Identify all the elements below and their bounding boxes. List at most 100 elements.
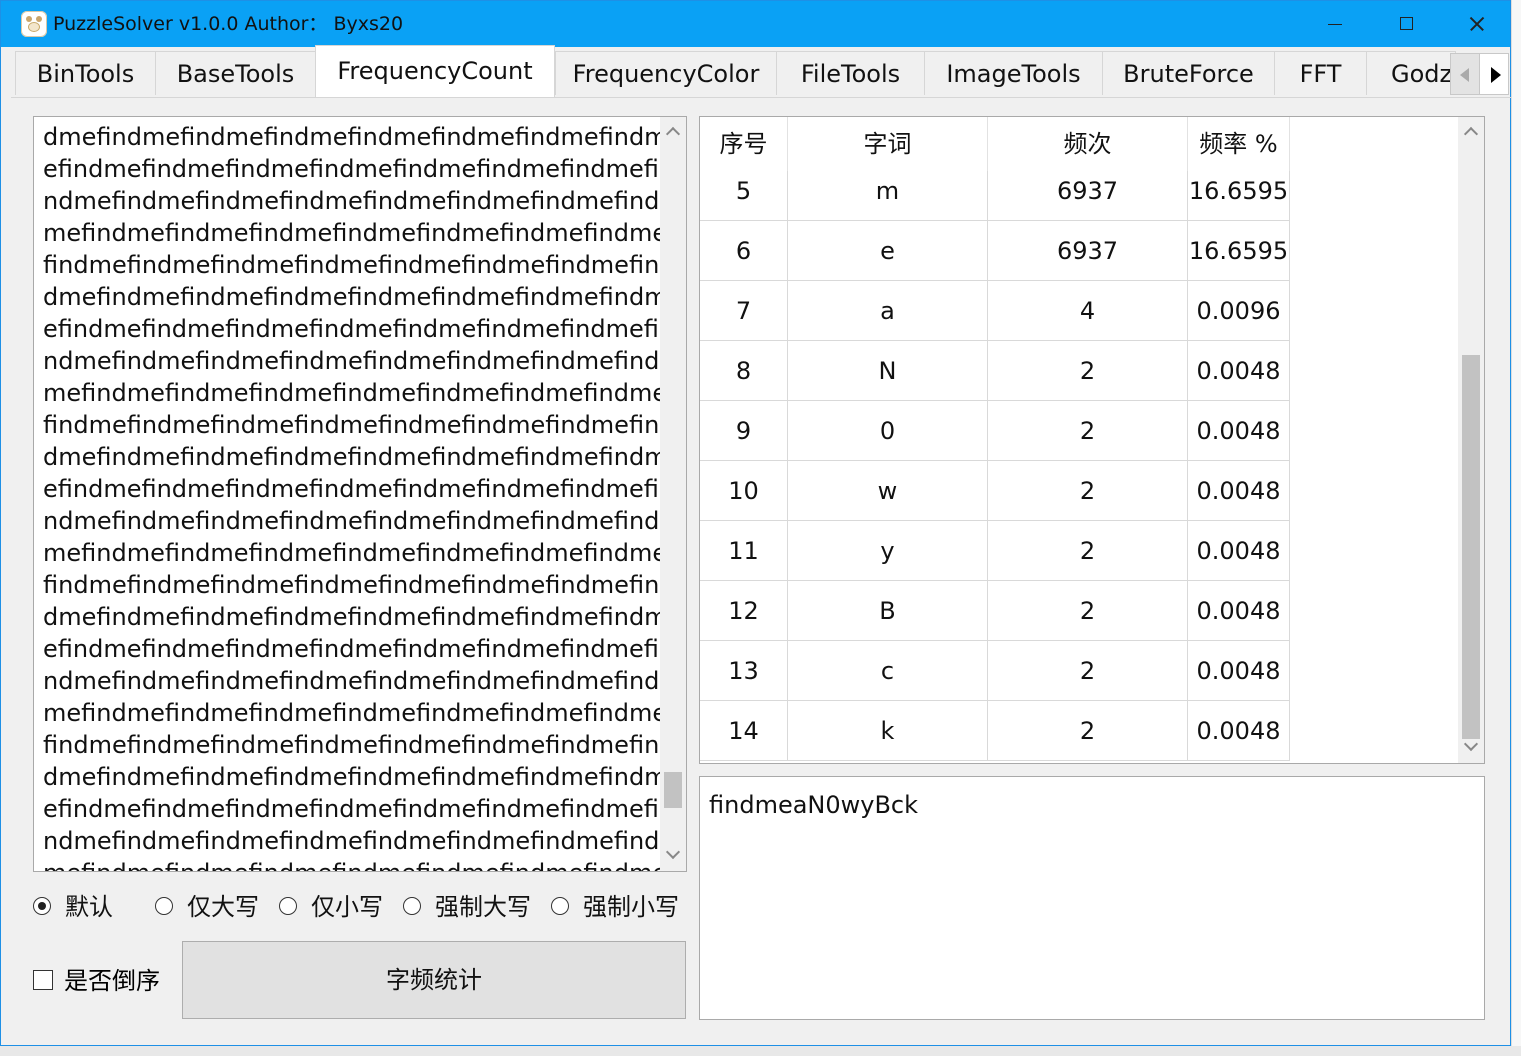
table-cell[interactable]: 11: [700, 521, 788, 581]
table-cell[interactable]: a: [788, 281, 988, 341]
input-text-line: efindmefindmefindmefindmefindmefindmefin…: [43, 635, 659, 663]
column-header[interactable]: 序号: [700, 117, 788, 171]
table-cell[interactable]: 0.0048: [1188, 581, 1290, 641]
title-bar[interactable]: PuzzleSolver v1.0.0 Author： Byxs20: [1, 1, 1510, 47]
table-cell[interactable]: 13: [700, 641, 788, 701]
table-scroll-up-icon[interactable]: [1458, 119, 1484, 145]
tab-imagetools[interactable]: ImageTools: [924, 51, 1103, 95]
column-header[interactable]: 频率 %: [1188, 117, 1290, 171]
radio-lower-only-indicator[interactable]: [279, 897, 297, 915]
tab-fft[interactable]: FFT: [1274, 51, 1367, 95]
input-text-line: mefindmefindmefindmefindmefindmefindmefi…: [43, 539, 668, 567]
table-cell[interactable]: N: [788, 341, 988, 401]
input-text: dmefindmefindmefindmefindmefindmefindmef…: [43, 121, 668, 871]
tab-filetools[interactable]: FileTools: [776, 51, 925, 95]
table-cell[interactable]: 5: [700, 171, 788, 221]
input-text-line: dmefindmefindmefindmefindmefindmefindmef…: [43, 123, 668, 151]
table-scrollbar[interactable]: [1458, 117, 1484, 763]
table-cell[interactable]: 2: [988, 401, 1188, 461]
background-window-edge: [1511, 0, 1521, 1056]
input-scrollbar[interactable]: [660, 117, 686, 871]
radio-force-lower-label: 强制小写: [583, 893, 679, 921]
table-cell[interactable]: c: [788, 641, 988, 701]
input-text-line: findmefindmefindmefindmefindmefindmefind…: [43, 571, 660, 599]
tab-frequencycolor[interactable]: FrequencyColor: [555, 51, 777, 95]
reverse-order-box[interactable]: [33, 970, 53, 990]
frequency-count-button[interactable]: 字频统计: [182, 941, 686, 1019]
table-cell[interactable]: 2: [988, 581, 1188, 641]
tab-godzi[interactable]: Godzi: [1366, 51, 1456, 95]
frequency-table[interactable]: 序号 字词 频次 频率 % 5 m 6937 16.6595 6 e 6937 16.6595 7 a 4 0…: [699, 116, 1485, 764]
table-cell[interactable]: y: [788, 521, 988, 581]
input-text-line: efindmefindmefindmefindmefindmefindmefin…: [43, 315, 659, 343]
table-cell[interactable]: 2: [988, 341, 1188, 401]
input-text-line: ndmefindmefindmefindmefindmefindmefindme…: [43, 507, 660, 535]
tab-frequencycount[interactable]: FrequencyCount: [315, 45, 555, 97]
radio-upper-only-indicator[interactable]: [155, 897, 173, 915]
scrollbar-thumb[interactable]: [664, 772, 682, 808]
radio-force-lower-indicator[interactable]: [551, 897, 569, 915]
table-cell[interactable]: 0.0048: [1188, 401, 1290, 461]
table-cell[interactable]: 2: [988, 701, 1188, 761]
scroll-down-icon[interactable]: [660, 843, 686, 869]
maximize-icon[interactable]: [1371, 1, 1441, 47]
column-header[interactable]: 字词: [788, 117, 988, 171]
radio-force-upper-indicator[interactable]: [403, 897, 421, 915]
tab-basetools[interactable]: BaseTools: [155, 51, 316, 95]
input-text-line: ndmefindmefindmefindmefindmefindmefindme…: [43, 667, 660, 695]
table-cell[interactable]: 10: [700, 461, 788, 521]
input-text-line: findmefindmefindmefindmefindmefindmefind…: [43, 251, 660, 279]
table-scrollbar-thumb[interactable]: [1462, 355, 1480, 739]
table-cell[interactable]: 12: [700, 581, 788, 641]
table-cell[interactable]: 0.0096: [1188, 281, 1290, 341]
table-cell[interactable]: 8: [700, 341, 788, 401]
table-cell[interactable]: 4: [988, 281, 1188, 341]
input-text-line: dmefindmefindmefindmefindmefindmefindmef…: [43, 763, 668, 791]
input-text-line: dmefindmefindmefindmefindmefindmefindmef…: [43, 283, 668, 311]
table-cell[interactable]: 16.6595: [1188, 221, 1290, 281]
radio-default-indicator[interactable]: [33, 897, 51, 915]
chevron-right-icon[interactable]: [1479, 53, 1509, 95]
close-icon[interactable]: [1441, 1, 1511, 47]
tab-bintools[interactable]: BinTools: [15, 51, 156, 95]
input-text-line: dmefindmefindmefindmefindmefindmefindmef…: [43, 443, 668, 471]
radio-default-label: 默认: [65, 893, 113, 921]
scroll-up-icon[interactable]: [660, 119, 686, 145]
table-cell[interactable]: 14: [700, 701, 788, 761]
table-cell[interactable]: k: [788, 701, 988, 761]
column-header[interactable]: 频次: [988, 117, 1188, 171]
table-cell[interactable]: 16.6595: [1188, 171, 1290, 221]
reverse-order-label: 是否倒序: [64, 967, 160, 995]
input-text-line: ndmefindmefindmefindmefindmefindmefindme…: [43, 187, 660, 215]
table-cell[interactable]: 2: [988, 461, 1188, 521]
table-cell[interactable]: B: [788, 581, 988, 641]
tab-bar: BinTools BaseTools FrequencyCount Freque…: [11, 45, 1511, 98]
table-cell[interactable]: 6: [700, 221, 788, 281]
minimize-icon[interactable]: [1298, 1, 1368, 47]
table-cell[interactable]: 0: [788, 401, 988, 461]
input-text-line: findmefindmefindmefindmefindmefindmefind…: [43, 411, 660, 439]
tab-bruteforce[interactable]: BruteForce: [1102, 51, 1275, 95]
input-text-line: efindmefindmefindmefindmefindmefindmefin…: [43, 475, 659, 503]
result-text: findmeaN0wyBck: [709, 791, 919, 819]
radio-lower-only-label: 仅小写: [311, 893, 383, 921]
table-cell[interactable]: 2: [988, 641, 1188, 701]
table-cell[interactable]: 0.0048: [1188, 701, 1290, 761]
table-cell[interactable]: 0.0048: [1188, 341, 1290, 401]
table-cell[interactable]: w: [788, 461, 988, 521]
chevron-left-icon[interactable]: [1450, 53, 1480, 95]
table-cell[interactable]: 2: [988, 521, 1188, 581]
table-cell[interactable]: m: [788, 171, 988, 221]
table-cell[interactable]: e: [788, 221, 988, 281]
table-cell[interactable]: 7: [700, 281, 788, 341]
table-cell[interactable]: 0.0048: [1188, 461, 1290, 521]
table-cell[interactable]: 6937: [988, 221, 1188, 281]
table-cell[interactable]: 0.0048: [1188, 521, 1290, 581]
table-cell[interactable]: 9: [700, 401, 788, 461]
result-output[interactable]: findmeaN0wyBck: [699, 776, 1485, 1020]
input-textarea[interactable]: dmefindmefindmefindmefindmefindmefindmef…: [33, 116, 687, 872]
table-scroll-down-icon[interactable]: [1458, 735, 1484, 761]
table-cell[interactable]: 6937: [988, 171, 1188, 221]
table-cell[interactable]: 0.0048: [1188, 641, 1290, 701]
input-text-line: efindmefindmefindmefindmefindmefindmefin…: [43, 155, 659, 183]
